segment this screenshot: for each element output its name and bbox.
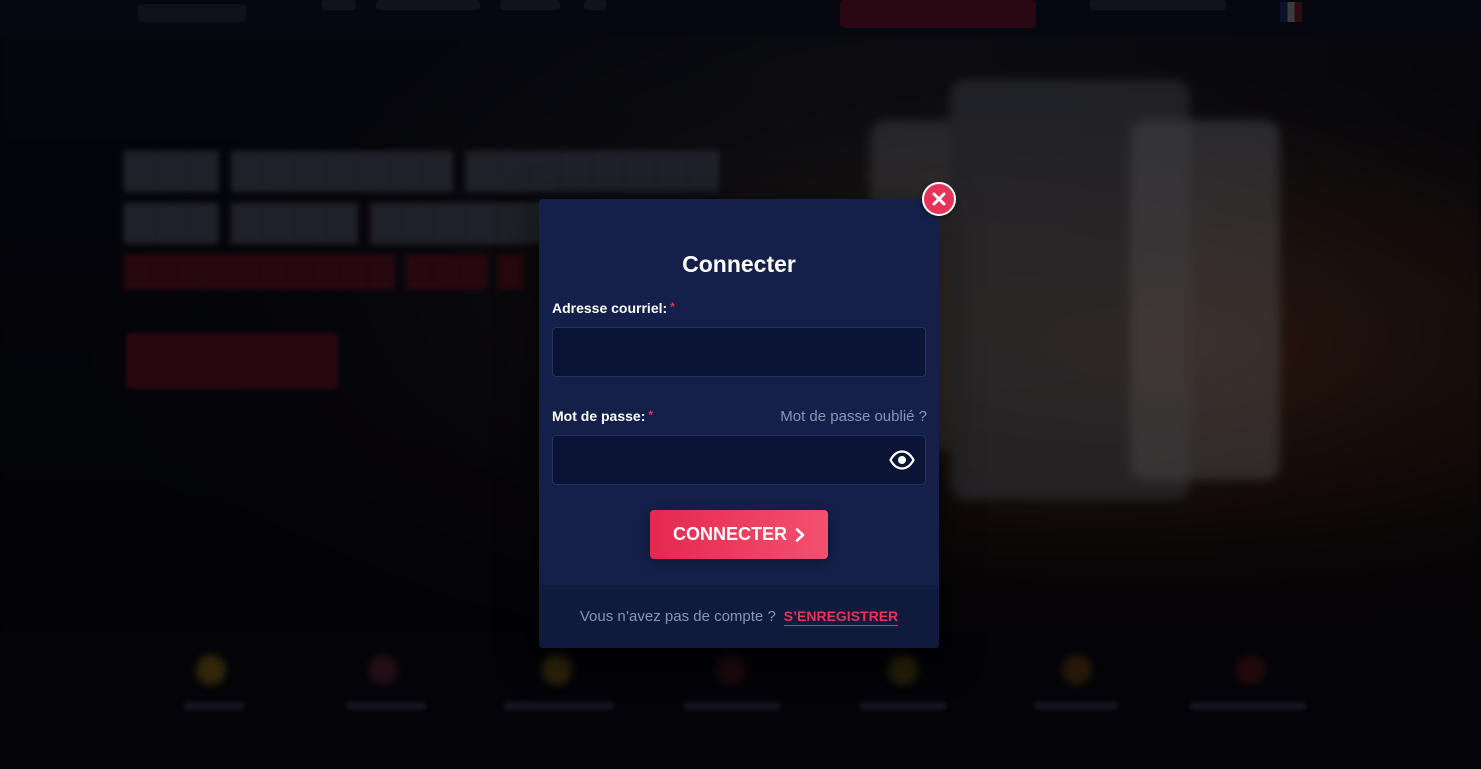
- close-icon: [932, 192, 946, 206]
- password-input[interactable]: [552, 435, 926, 485]
- register-link[interactable]: S’ENREGISTRER: [783, 608, 899, 626]
- login-modal: Connecter Adresse courriel: * Mot de pass…: [539, 199, 939, 648]
- close-modal-button[interactable]: [922, 182, 956, 216]
- modal-footer: Vous n’avez pas de compte ? S’ENREGISTRE…: [539, 585, 939, 648]
- modal-title: Connecter: [682, 251, 796, 277]
- required-marker: *: [648, 408, 654, 422]
- email-label: Adresse courriel: *: [552, 300, 675, 316]
- chevron-right-icon: [795, 527, 805, 542]
- email-input[interactable]: [552, 327, 926, 377]
- login-submit-button[interactable]: CONNECTER: [650, 510, 828, 559]
- eye-icon[interactable]: [889, 450, 915, 470]
- no-account-text: Vous n’avez pas de compte ?: [579, 608, 776, 625]
- password-label: Mot de passe: *: [552, 408, 654, 424]
- required-marker: *: [670, 300, 675, 314]
- submit-label: CONNECTER: [672, 524, 787, 544]
- forgot-password-link[interactable]: Mot de passe oublié ?: [780, 408, 927, 425]
